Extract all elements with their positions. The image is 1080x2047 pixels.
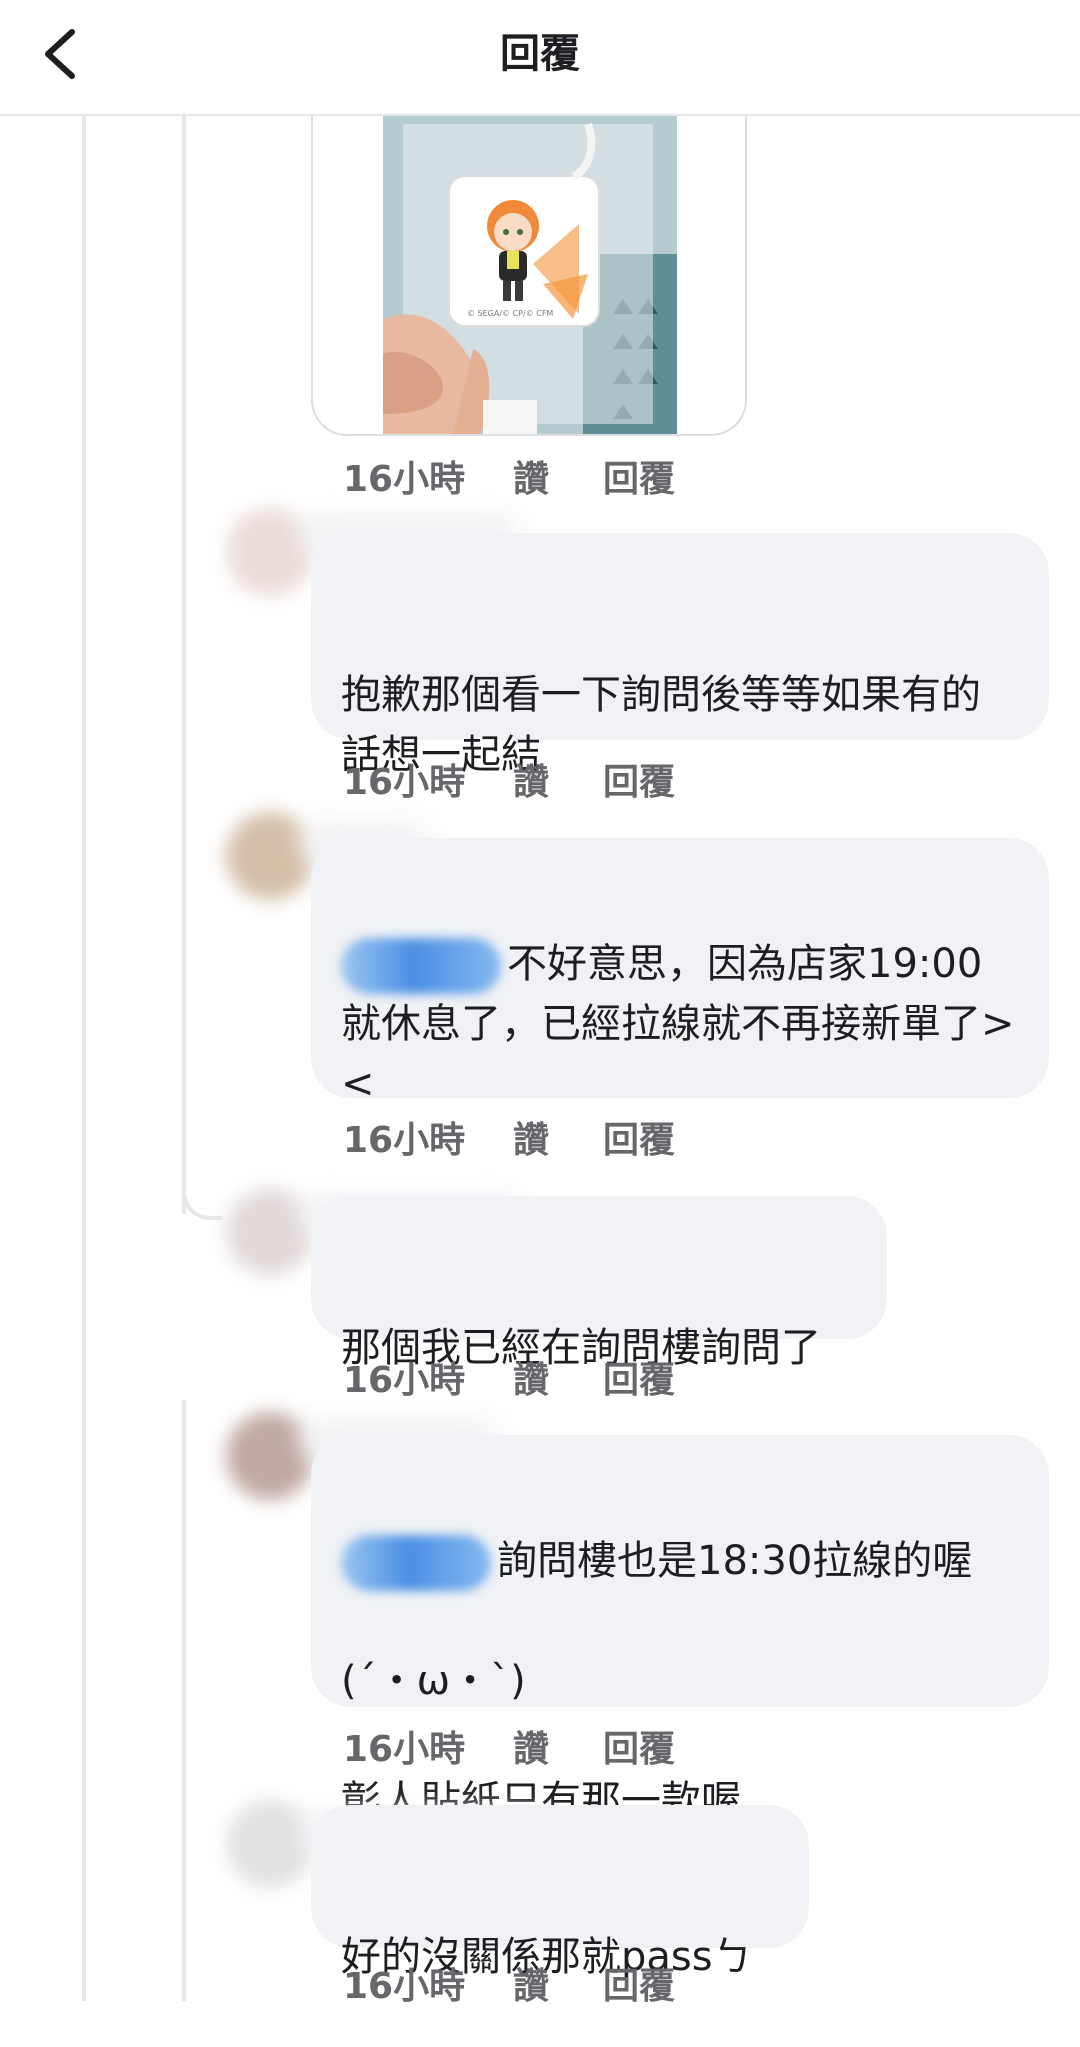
sticker-image-icon: © SEGA/© CP/© CFM	[383, 114, 677, 434]
comment-bubble: 好的沒關係那就passㄅ	[311, 1805, 809, 1980]
like-button[interactable]: 讚	[513, 753, 603, 805]
reply-button[interactable]: 回覆	[603, 1351, 675, 1403]
page-title: 回覆	[500, 31, 580, 77]
avatar[interactable]	[226, 1412, 314, 1500]
comment-text-line-2: (´・ω・`)	[341, 1658, 526, 1704]
top-bar: 回覆	[0, 0, 1080, 116]
sticker-photo[interactable]: © SEGA/© CP/© CFM	[383, 114, 677, 434]
comment-photo-attachment: © SEGA/© CP/© CFM	[311, 100, 747, 436]
comment-timestamp: 16小時	[343, 459, 466, 500]
reply-button[interactable]: 回覆	[603, 1957, 675, 2009]
mention-tag[interactable]	[341, 938, 501, 994]
reply-button[interactable]: 回覆	[603, 450, 675, 502]
comment-actions: 16小時 讚 回覆	[343, 1352, 675, 1402]
avatar[interactable]	[226, 1188, 314, 1276]
thread-line-inner	[182, 114, 186, 1214]
comment-timestamp: 16小時	[343, 762, 466, 803]
like-button[interactable]: 讚	[513, 1957, 603, 2009]
thread-connector	[182, 1180, 222, 1220]
avatar[interactable]	[226, 508, 314, 596]
comment-bubble: 不好意思，因為店家19:00就休息了，已經拉線就不再接新單了><	[311, 838, 1049, 1107]
comment-timestamp: 16小時	[343, 1729, 466, 1770]
comment-timestamp: 16小時	[343, 1966, 466, 2007]
like-button[interactable]: 讚	[513, 1111, 603, 1163]
comment-timestamp: 16小時	[343, 1120, 466, 1161]
sticker-watermark: © SEGA/© CP/© CFM	[467, 309, 553, 318]
mention-tag[interactable]	[341, 1535, 491, 1591]
like-button[interactable]: 讚	[513, 1351, 603, 1403]
comment-bubble: 抱歉那個看一下詢問後等等如果有的話想一起結	[311, 533, 1049, 778]
comment-actions: 16小時 讚 回覆	[343, 1721, 675, 1771]
comment-timestamp: 16小時	[343, 1360, 466, 1401]
reply-button[interactable]: 回覆	[603, 1111, 675, 1163]
thread-line-inner-2	[182, 1400, 186, 2001]
comment-bubble: 詢問樓也是18:30拉線的喔 (´・ω・`) 彰人貼紙只有那一款喔	[311, 1435, 1049, 1824]
like-button[interactable]: 讚	[513, 1720, 603, 1772]
reply-button[interactable]: 回覆	[603, 753, 675, 805]
comment-text-line-1: 詢問樓也是18:30拉線的喔	[497, 1538, 973, 1584]
avatar[interactable]	[226, 812, 314, 900]
like-button[interactable]: 讚	[513, 450, 603, 502]
comment-bubble: 那個我已經在詢問樓詢問了	[311, 1196, 887, 1371]
avatar[interactable]	[226, 1800, 314, 1888]
comment-actions: 16小時 讚 回覆	[343, 754, 675, 804]
comment-actions: 16小時 讚 回覆	[343, 451, 675, 501]
thread-line-outer	[82, 114, 86, 2001]
reply-button[interactable]: 回覆	[603, 1720, 675, 1772]
comment-actions: 16小時 讚 回覆	[343, 1112, 675, 1162]
